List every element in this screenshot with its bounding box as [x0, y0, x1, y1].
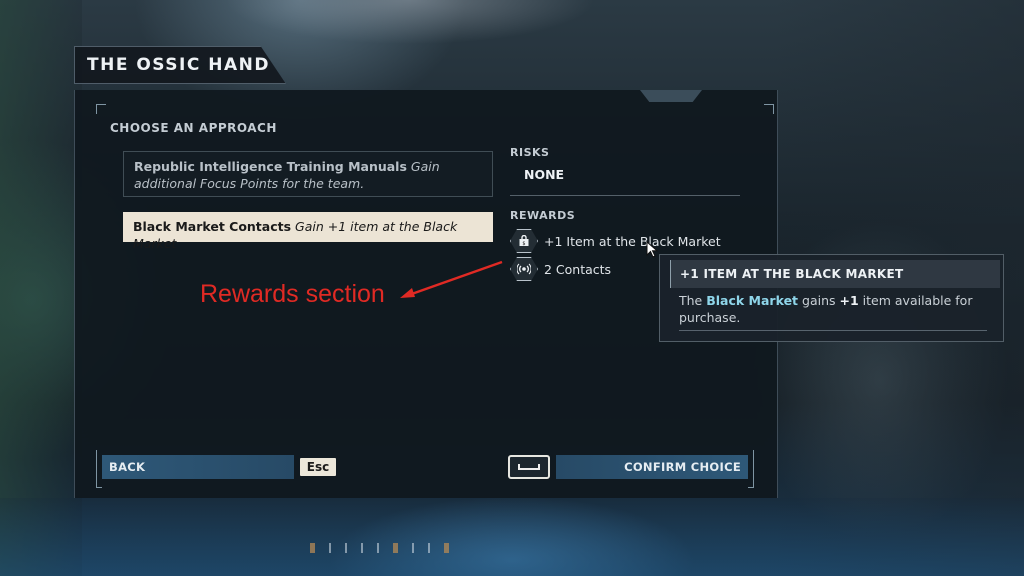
- annotation-label: Rewards section: [200, 280, 385, 308]
- tooltip-body-mid: gains: [802, 293, 836, 308]
- panel-corner-top-left: [96, 104, 106, 114]
- reward-item-black-market[interactable]: $ +1 Item at the Black Market: [510, 229, 721, 253]
- background-top-machinery: [190, 0, 690, 60]
- background-floor-glow: [0, 498, 1024, 576]
- panel-top-notch: [640, 90, 702, 102]
- tooltip-divider: [679, 330, 987, 331]
- mission-title: THE OSSIC HAND: [87, 55, 270, 75]
- risks-label: RISKS: [510, 146, 550, 159]
- svg-text:$: $: [522, 241, 525, 247]
- esc-key-hint[interactable]: Esc: [300, 458, 336, 476]
- mission-header-tab: THE OSSIC HAND: [74, 46, 286, 84]
- mouse-cursor-icon: [646, 241, 659, 258]
- rewards-label: REWARDS: [510, 209, 576, 222]
- confirm-choice-button[interactable]: CONFIRM CHOICE: [556, 455, 748, 479]
- approach-option-training-manuals[interactable]: Republic Intelligence Training Manuals G…: [123, 151, 493, 197]
- back-button[interactable]: BACK: [102, 455, 294, 479]
- approach-option-black-market-contacts[interactable]: Black Market Contacts Gain +1 item at th…: [123, 212, 493, 251]
- tooltip-body-prefix: The: [679, 293, 703, 308]
- approach-option-name: Black Market Contacts: [133, 219, 292, 234]
- spacebar-icon[interactable]: [508, 455, 550, 479]
- tooltip-body: The Black Market gains +1 item available…: [679, 292, 989, 326]
- reward-item-text: 2 Contacts: [544, 261, 612, 277]
- contacts-signal-icon: [510, 257, 538, 281]
- confirm-choice-label: CONFIRM CHOICE: [624, 460, 741, 474]
- background-left-scenery: [0, 0, 82, 576]
- choose-approach-label: CHOOSE AN APPROACH: [110, 121, 277, 135]
- floor-light-markers: [310, 542, 550, 554]
- risks-rewards-divider: [510, 195, 740, 196]
- approach-option-name: Republic Intelligence Training Manuals: [134, 159, 407, 174]
- reward-item-text: +1 Item at the Black Market: [544, 233, 721, 249]
- black-market-bag-icon: $: [510, 229, 538, 253]
- reward-item-contacts[interactable]: 2 Contacts: [510, 257, 611, 281]
- footer-frame-right: [748, 450, 754, 488]
- tooltip-body-bold: +1: [839, 293, 859, 308]
- panel-corner-top-right: [764, 104, 774, 114]
- risks-value: NONE: [524, 167, 565, 182]
- annotation-arrow: [400, 260, 503, 298]
- tooltip-body-highlight: Black Market: [706, 293, 799, 308]
- tooltip-title: +1 ITEM AT THE BLACK MARKET: [670, 260, 1000, 288]
- back-button-label: BACK: [109, 460, 146, 474]
